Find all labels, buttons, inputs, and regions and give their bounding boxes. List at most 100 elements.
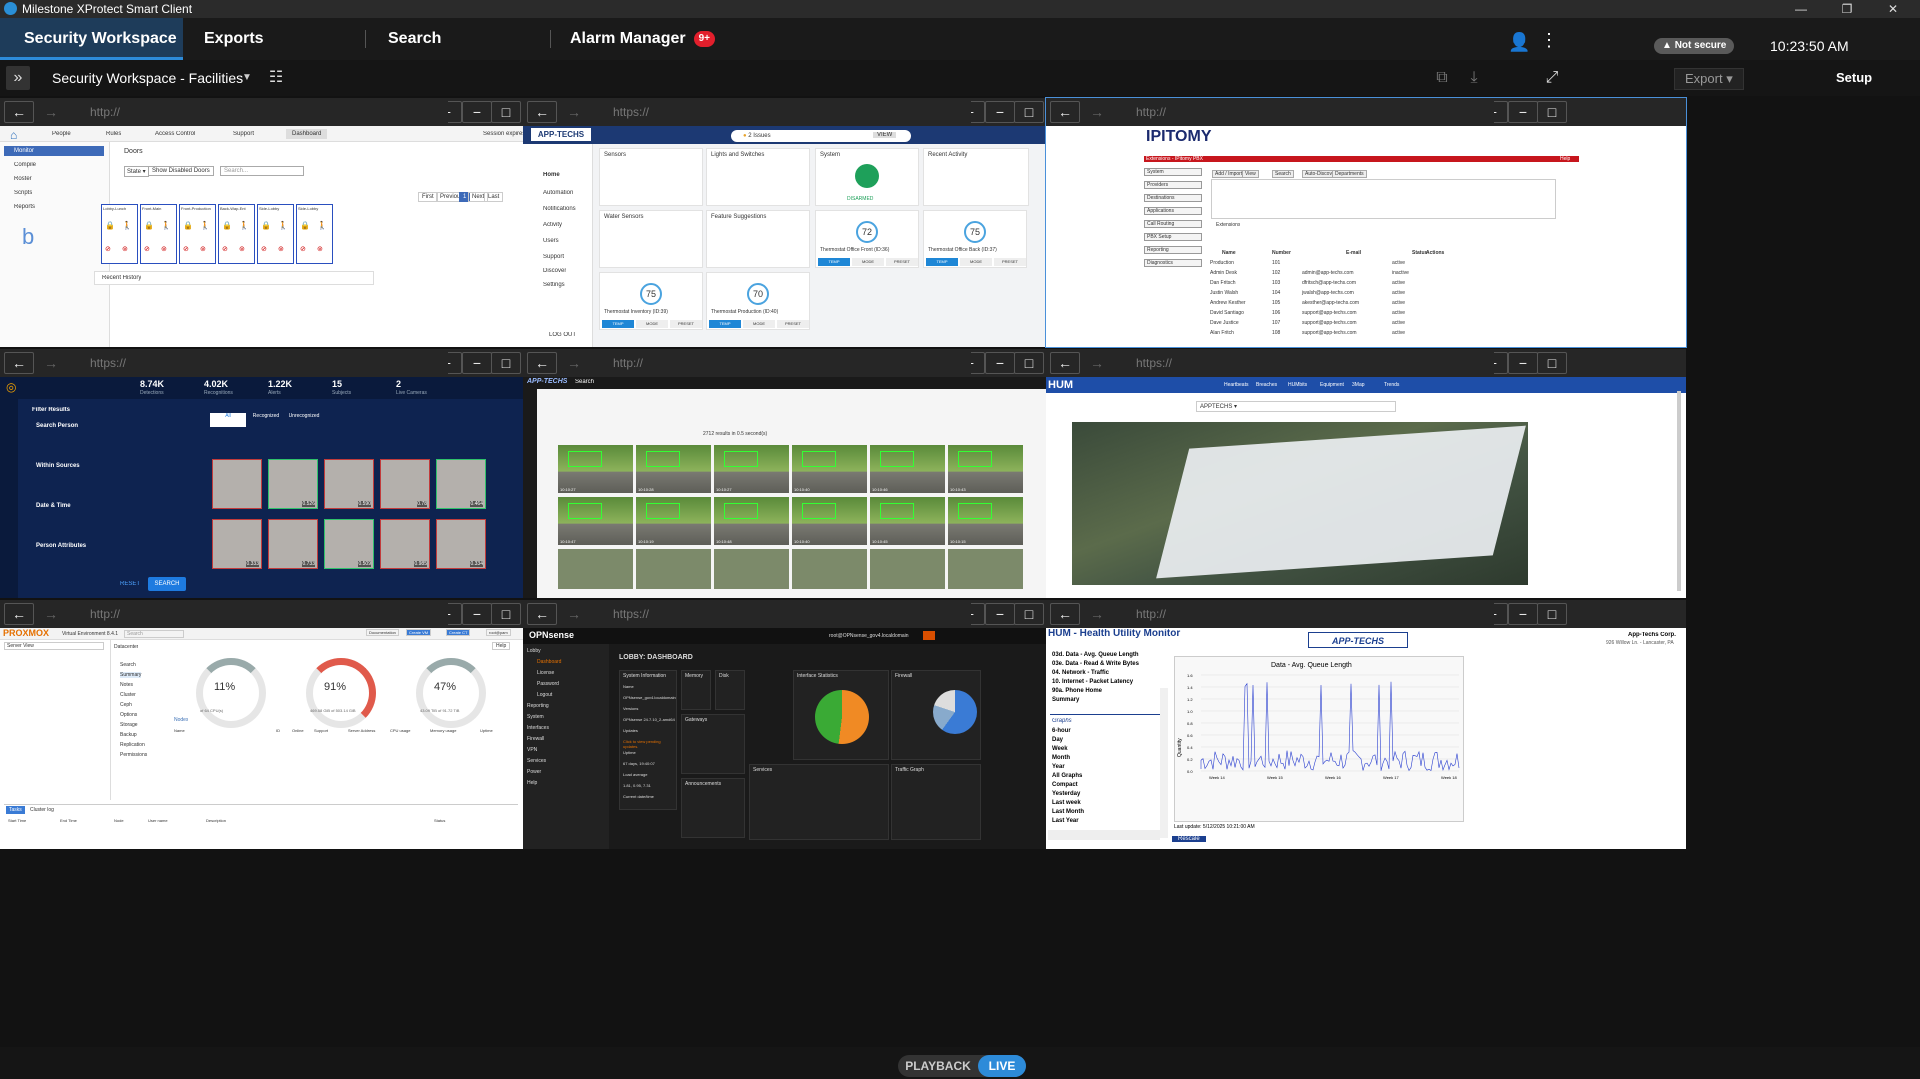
back-icon[interactable]: ← — [4, 603, 34, 625]
opnsense-menu-item[interactable]: Logout — [537, 692, 552, 698]
filter-select[interactable]: State ▾ — [124, 166, 149, 177]
nav-support[interactable]: Support — [233, 131, 254, 137]
tasks-tab[interactable]: Tasks — [6, 806, 25, 814]
thermostat-card[interactable]: 75 Thermostat Office Back (ID:37) TEMP MODE… — [923, 210, 1027, 268]
video-thumbnail[interactable]: 10:10:43 — [948, 445, 1023, 493]
dashboard-widget[interactable]: Traffic Graph — [891, 764, 981, 840]
video-thumbnail[interactable]: 10:10:40 — [792, 497, 867, 545]
mode-button[interactable]: TEMP — [818, 258, 850, 266]
zoom-out-icon[interactable]: − — [462, 603, 492, 625]
door-card[interactable]: Back-Wap-Ent 🔒 🚶 ⊘ ⊚ — [218, 204, 255, 264]
mode-button[interactable]: PRESET — [994, 258, 1026, 266]
graph-link[interactable]: 03d. Data - Avg. Queue Length — [1052, 652, 1139, 658]
floorplan-3d[interactable] — [1156, 425, 1526, 579]
door-card[interactable]: Side-Lobby 🔒 🚶 ⊘ ⊚ — [296, 204, 333, 264]
side-menu-item[interactable]: Call Routing — [1144, 220, 1202, 228]
search-button[interactable]: SEARCH — [148, 577, 186, 591]
pbx-tab[interactable]: Add / Import — [1212, 170, 1246, 178]
url-input[interactable]: http:// — [88, 101, 448, 123]
show-disabled-doors-button[interactable]: Show Disabled Doors — [148, 166, 214, 176]
playback-live-toggle[interactable]: PLAYBACK LIVE — [898, 1055, 1026, 1077]
mode-button[interactable]: PRESET — [886, 258, 918, 266]
dashboard-card[interactable]: Feature Suggestions — [706, 210, 810, 268]
period-link[interactable]: Compact — [1052, 782, 1078, 788]
opnsense-menu-item[interactable]: Lobby — [527, 648, 541, 654]
table-cell[interactable]: Alan Fritch — [1210, 330, 1234, 336]
back-icon[interactable]: ← — [527, 603, 557, 625]
forward-icon[interactable]: → — [1082, 101, 1112, 123]
period-link[interactable]: Month — [1052, 755, 1070, 761]
mode-button[interactable]: PRESET — [670, 320, 702, 328]
video-thumbnail[interactable]: 10:10:15 — [948, 497, 1023, 545]
max-icon[interactable]: □ — [1014, 101, 1044, 123]
max-icon[interactable]: □ — [491, 352, 521, 374]
pbx-tab[interactable]: Departments — [1332, 170, 1367, 178]
opnsense-menu-item[interactable]: Interfaces — [527, 725, 549, 731]
dashboard-card[interactable]: Sensors — [599, 148, 703, 206]
toolbar-button[interactable]: Create CT — [446, 629, 471, 636]
table-cell[interactable]: Justin Walsh — [1210, 290, 1238, 296]
more-menu-icon[interactable]: ⋮ — [1540, 30, 1558, 51]
side-users[interactable]: Users — [543, 238, 559, 244]
dashboard-card[interactable]: Lights and Switches — [706, 148, 810, 206]
period-link[interactable]: Last Year — [1052, 818, 1079, 824]
filter-section[interactable]: Within Sources — [36, 463, 80, 469]
zoom-out-icon[interactable]: − — [1508, 101, 1538, 123]
help-link[interactable]: Help — [1560, 156, 1570, 162]
hum-nav-item[interactable]: Heartbeats — [1224, 382, 1248, 388]
video-thumbnail[interactable] — [558, 549, 633, 589]
opnsense-menu-item[interactable]: Firewall — [527, 736, 544, 742]
toolbar-button[interactable]: Create VM — [406, 629, 432, 636]
back-icon[interactable]: ← — [1050, 101, 1080, 123]
nav-access-control[interactable]: Access Control — [155, 131, 195, 137]
search-input[interactable]: Search — [124, 630, 184, 638]
face-thumbnail[interactable]: 0.733 — [268, 519, 318, 569]
graph-link[interactable]: 10. Internet - Packet Latency — [1052, 679, 1133, 685]
period-link[interactable]: Year — [1052, 764, 1065, 770]
datacenter-menu-item[interactable]: Search — [120, 662, 136, 668]
back-icon[interactable]: ← — [527, 352, 557, 374]
mode-button[interactable]: MODE — [852, 258, 884, 266]
side-settings[interactable]: Settings — [543, 282, 565, 288]
thermostat-card[interactable]: 72 Thermostat Office Front (ID:36) TEMP MOD… — [815, 210, 919, 268]
side-activity[interactable]: Activity — [543, 222, 562, 228]
dashboard-widget[interactable]: Gateways — [681, 714, 745, 774]
period-link[interactable]: Yesterday — [1052, 791, 1080, 797]
face-thumbnail[interactable]: 0.985 — [380, 519, 430, 569]
pager-first[interactable]: First — [418, 192, 438, 202]
max-icon[interactable]: □ — [1014, 352, 1044, 374]
filter-section[interactable]: Person Attributes — [36, 543, 86, 549]
side-monitor[interactable]: Monitor — [4, 146, 104, 156]
pbx-tab[interactable]: View — [1242, 170, 1259, 178]
hum-nav-item[interactable]: Breaches — [1256, 382, 1277, 388]
web-pane[interactable]: ←→⌂⟳+−□https:// HUM HeartbeatsBreachesHU… — [1046, 349, 1686, 598]
minimize-button[interactable]: — — [1778, 0, 1824, 18]
face-thumbnail[interactable]: 0.333 — [212, 519, 262, 569]
side-automation[interactable]: Automation — [543, 190, 573, 196]
face-thumbnail[interactable] — [212, 459, 262, 509]
forward-icon[interactable]: → — [559, 603, 589, 625]
tab-search[interactable]: Search — [364, 18, 544, 60]
zoom-out-icon[interactable]: − — [1508, 603, 1538, 625]
graph-link[interactable]: Summary — [1052, 697, 1079, 703]
tab-security-workspace[interactable]: Security Workspace -... — [0, 18, 183, 89]
opnsense-menu-item[interactable]: Dashboard — [537, 659, 561, 665]
cluster-log-tab[interactable]: Cluster log — [30, 807, 54, 813]
url-input[interactable]: http:// — [1134, 603, 1494, 625]
opnsense-menu-item[interactable]: Reporting — [527, 703, 549, 709]
period-link[interactable]: All Graphs — [1052, 773, 1082, 779]
video-thumbnail[interactable] — [948, 549, 1023, 589]
max-icon[interactable]: □ — [1537, 352, 1567, 374]
period-link[interactable]: Last week — [1052, 800, 1081, 806]
period-link[interactable]: Day — [1052, 737, 1063, 743]
fullscreen-icon[interactable]: ⤢ — [1540, 66, 1564, 90]
dashboard-widget[interactable]: Announcements — [681, 778, 745, 838]
door-card[interactable]: Lobby-Lunch 🔒 🚶 ⊘ ⊚ — [101, 204, 138, 264]
filter-section[interactable]: Search Person — [36, 423, 78, 429]
url-input[interactable]: http:// — [611, 352, 971, 374]
period-link[interactable]: Last Month — [1052, 809, 1084, 815]
video-thumbnail[interactable]: 10:10:45 — [870, 497, 945, 545]
graph-link[interactable]: 03e. Data - Read & Write Bytes — [1052, 661, 1139, 667]
table-cell[interactable]: Andrew Kesther — [1210, 300, 1246, 306]
side-reports[interactable]: Reports — [14, 204, 35, 210]
